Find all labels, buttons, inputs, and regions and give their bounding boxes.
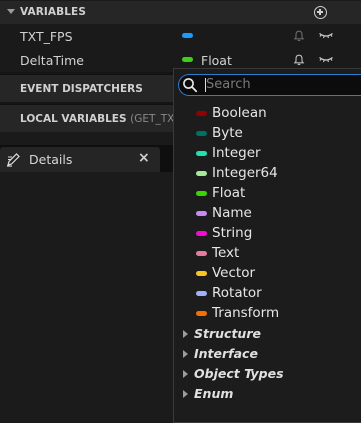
type-color-swatch [196, 111, 207, 116]
type-option-label: Transform [212, 305, 280, 321]
type-color-swatch [196, 311, 207, 316]
local-variables-title: LOCAL VARIABLES (GET_TXT_ [20, 113, 186, 125]
variable-row-txt-fps[interactable]: TXT_FPS [0, 24, 361, 48]
search-icon [183, 78, 198, 93]
type-color-swatch [196, 271, 207, 276]
type-option-float[interactable]: Float [196, 184, 361, 204]
type-category-structure[interactable]: Structure [181, 324, 361, 344]
type-option-transform[interactable]: Transform [196, 304, 361, 324]
variables-section-title: VARIABLES [20, 6, 86, 18]
event-dispatchers-title: EVENT DISPATCHERS [20, 83, 143, 95]
visibility-eye-closed-icon[interactable] [318, 53, 334, 65]
variable-type-pill[interactable] [182, 33, 193, 38]
type-option-label: Integer64 [212, 165, 278, 181]
type-option-rotator[interactable]: Rotator [196, 284, 361, 304]
type-color-swatch [196, 251, 207, 256]
type-option-label: Boolean [212, 105, 267, 121]
type-option-text[interactable]: Text [196, 244, 361, 264]
type-option-label: Rotator [212, 285, 262, 301]
type-option-integer64[interactable]: Integer64 [196, 164, 361, 184]
type-color-swatch [196, 231, 207, 236]
expand-arrow-icon [183, 350, 188, 358]
type-color-swatch [196, 171, 207, 176]
type-color-swatch [196, 151, 207, 156]
type-option-byte[interactable]: Byte [196, 124, 361, 144]
details-pencil-icon [7, 153, 20, 167]
type-option-label: Integer [212, 145, 261, 161]
type-color-swatch [196, 211, 207, 216]
local-variables-label: LOCAL VARIABLES [20, 113, 127, 125]
type-color-swatch [196, 191, 207, 196]
type-color-swatch [196, 131, 207, 136]
type-category-object-types[interactable]: Object Types [181, 364, 361, 384]
details-tab-label: Details [29, 152, 73, 167]
type-option-name[interactable]: Name [196, 204, 361, 224]
type-option-vector[interactable]: Vector [196, 264, 361, 284]
visibility-eye-closed-icon[interactable] [318, 29, 334, 41]
expand-arrow-icon [183, 370, 188, 378]
add-variable-button[interactable] [314, 6, 327, 19]
expand-arrow-icon [183, 330, 188, 338]
type-category-enum[interactable]: Enum [181, 384, 361, 404]
type-option-boolean[interactable]: Boolean [196, 104, 361, 124]
details-tab-close-button[interactable]: × [138, 150, 150, 166]
type-category-label: Structure [194, 326, 261, 341]
type-option-label: Byte [212, 125, 243, 141]
variable-name: DeltaTime [20, 53, 84, 68]
type-category-label: Enum [194, 386, 234, 401]
type-category-label: Interface [194, 346, 258, 361]
type-option-string[interactable]: String [196, 224, 361, 244]
details-tab[interactable]: Details × [0, 147, 160, 172]
type-option-integer[interactable]: Integer [196, 144, 361, 164]
variable-type-pill[interactable] [182, 57, 193, 62]
type-option-label: Text [212, 245, 240, 261]
type-option-label: Float [212, 185, 246, 201]
replication-bell-icon[interactable] [293, 30, 305, 42]
type-color-swatch [196, 291, 207, 296]
type-option-label: String [212, 225, 253, 241]
type-category-interface[interactable]: Interface [181, 344, 361, 364]
type-option-label: Name [212, 205, 252, 221]
expand-arrow-icon [183, 390, 188, 398]
replication-bell-icon[interactable] [293, 54, 305, 66]
type-option-label: Vector [212, 265, 256, 281]
variables-section-header[interactable]: VARIABLES [0, 0, 361, 24]
collapse-chevron-icon[interactable] [7, 9, 15, 14]
variable-type-label[interactable]: Float [201, 53, 232, 68]
type-search-placeholder: Search [206, 77, 251, 92]
type-category-label: Object Types [194, 366, 284, 381]
variable-name: TXT_FPS [20, 29, 73, 44]
